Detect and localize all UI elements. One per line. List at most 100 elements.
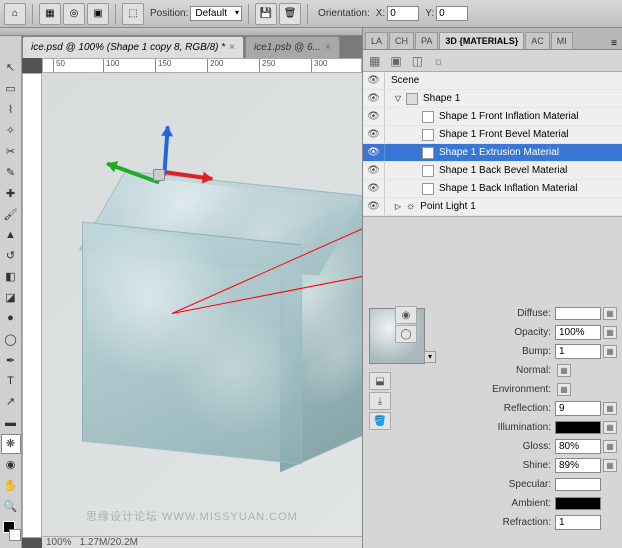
axis-origin[interactable]: [153, 169, 165, 181]
gloss-input[interactable]: 80%: [555, 439, 601, 454]
marquee-tool-icon[interactable]: ▭: [1, 79, 21, 99]
eraser-tool-icon[interactable]: ◧: [1, 267, 21, 287]
filter-material-icon[interactable]: ◫: [412, 54, 423, 68]
canvas[interactable]: 思缘设计论坛 WWW.MISSYUAN.COM: [42, 73, 362, 538]
sphere-preview-icon[interactable]: ◯: [395, 325, 417, 343]
doc-tab-active[interactable]: ice.psd @ 100% (Shape 1 copy 8, RGB/8) *…: [22, 36, 244, 58]
blur-tool-icon[interactable]: ●: [1, 309, 21, 329]
panel-tab[interactable]: LA: [365, 32, 388, 49]
shine-input[interactable]: 89%: [555, 458, 601, 473]
opacity-input[interactable]: 100%: [555, 325, 601, 340]
ice-cube-mesh[interactable]: [82, 183, 362, 463]
eyedropper-tool-icon[interactable]: ✎: [1, 162, 21, 182]
scene-row-shape[interactable]: 👁 ▽ Shape 1: [363, 90, 622, 108]
hand-tool-icon[interactable]: ✋: [1, 476, 21, 496]
history-brush-icon[interactable]: ↺: [1, 246, 21, 266]
refraction-input[interactable]: 1: [555, 515, 601, 530]
disclosure-icon[interactable]: ▷: [393, 202, 403, 211]
material-load-icon[interactable]: ⤓: [369, 392, 391, 410]
texture-menu-icon[interactable]: ▦: [603, 402, 617, 415]
mesh-sphere-icon[interactable]: ◎: [63, 3, 85, 25]
visibility-icon[interactable]: 👁: [363, 144, 385, 161]
orientation-x-input[interactable]: [387, 6, 419, 21]
scene-row-material[interactable]: 👁 Shape 1 Back Bevel Material: [363, 162, 622, 180]
save-icon[interactable]: 💾: [255, 3, 277, 25]
scene-row-material-selected[interactable]: 👁 Shape 1 Extrusion Material: [363, 144, 622, 162]
close-icon[interactable]: ×: [325, 42, 331, 53]
mesh-group-icon[interactable]: ▣: [87, 3, 109, 25]
status-zoom[interactable]: 100%: [46, 537, 72, 548]
ruler-vertical[interactable]: [22, 73, 42, 538]
trash-icon[interactable]: 🗑: [279, 3, 301, 25]
type-tool-icon[interactable]: T: [1, 371, 21, 391]
specular-swatch[interactable]: [555, 478, 601, 491]
panel-tab[interactable]: CH: [389, 32, 414, 49]
home-icon[interactable]: ⌂: [4, 3, 26, 25]
texture-menu-icon[interactable]: ▦: [603, 345, 617, 358]
texture-menu-icon[interactable]: ▦: [603, 440, 617, 453]
scene-row-material[interactable]: 👁 Shape 1 Front Bevel Material: [363, 126, 622, 144]
heal-tool-icon[interactable]: ✚: [1, 183, 21, 203]
material-bucket-icon[interactable]: 🪣: [369, 412, 391, 430]
dodge-tool-icon[interactable]: ◯: [1, 329, 21, 349]
texture-menu-icon[interactable]: ▦: [603, 421, 617, 434]
panel-tab[interactable]: AC: [525, 32, 550, 49]
background-color[interactable]: [9, 529, 21, 541]
scene-row-material[interactable]: 👁 Shape 1 Back Inflation Material: [363, 180, 622, 198]
material-drop-icon[interactable]: ⬓: [369, 372, 391, 390]
3d-rotate-tool-icon[interactable]: ❋: [1, 434, 21, 454]
texture-menu-icon[interactable]: ▦: [557, 383, 571, 396]
texture-menu-icon[interactable]: ▦: [603, 326, 617, 339]
panel-tab-3d[interactable]: 3D {MATERIALS}: [439, 32, 524, 49]
disclosure-icon[interactable]: ▽: [393, 94, 403, 103]
3d-camera-tool-icon[interactable]: ◉: [1, 455, 21, 475]
bump-input[interactable]: 1: [555, 344, 601, 359]
zoom-tool-icon[interactable]: 🔍: [1, 496, 21, 516]
close-icon[interactable]: ×: [229, 42, 235, 53]
diffuse-swatch[interactable]: [555, 307, 601, 320]
visibility-icon[interactable]: 👁: [363, 162, 385, 179]
texture-menu-icon[interactable]: ▦: [603, 459, 617, 472]
doc-tab[interactable]: ice1.psb @ 6... ×: [245, 36, 340, 58]
visibility-icon[interactable]: 👁: [363, 180, 385, 197]
pen-tool-icon[interactable]: ✒: [1, 350, 21, 370]
material-label: Shape 1 Extrusion Material: [437, 147, 559, 158]
texture-menu-icon[interactable]: ▦: [557, 364, 571, 377]
status-bar: 100% 1.27M/20.2M: [42, 536, 362, 548]
panel-tab[interactable]: MI: [551, 32, 573, 49]
gradient-tool-icon[interactable]: ◪: [1, 288, 21, 308]
scene-row-root[interactable]: 👁 Scene: [363, 72, 622, 90]
view-icon[interactable]: ⬚: [122, 3, 144, 25]
visibility-icon[interactable]: 👁: [363, 108, 385, 125]
visibility-icon[interactable]: 👁: [363, 90, 385, 107]
panel-tab[interactable]: PA: [415, 32, 438, 49]
stamp-tool-icon[interactable]: ▲: [1, 225, 21, 245]
visibility-icon[interactable]: 👁: [363, 198, 385, 215]
reflection-input[interactable]: 9: [555, 401, 601, 416]
visibility-icon[interactable]: 👁: [363, 72, 385, 89]
shape-tool-icon[interactable]: ▬: [1, 413, 21, 433]
panel-menu-icon[interactable]: ≡: [606, 38, 622, 49]
orientation-y-input[interactable]: [436, 6, 468, 21]
new-material-icon[interactable]: ◉: [395, 306, 417, 324]
color-swatches[interactable]: [1, 517, 21, 547]
filter-scene-icon[interactable]: ▦: [369, 54, 380, 68]
lasso-tool-icon[interactable]: ⌇: [1, 100, 21, 120]
texture-menu-icon[interactable]: ▦: [603, 307, 617, 320]
path-tool-icon[interactable]: ↗: [1, 392, 21, 412]
filter-mesh-icon[interactable]: ▣: [390, 54, 401, 68]
brush-tool-icon[interactable]: 🖌: [1, 204, 21, 224]
wand-tool-icon[interactable]: ✧: [1, 121, 21, 141]
position-dropdown[interactable]: Default: [190, 6, 242, 21]
scene-row-light[interactable]: 👁 ▷ ☼ Point Light 1: [363, 198, 622, 216]
scene-row-material[interactable]: 👁 Shape 1 Front Inflation Material: [363, 108, 622, 126]
crop-tool-icon[interactable]: ✂: [1, 142, 21, 162]
ruler-horizontal[interactable]: 50 100 150 200 250 300: [42, 58, 362, 73]
ambient-swatch[interactable]: [555, 497, 601, 510]
visibility-icon[interactable]: 👁: [363, 126, 385, 143]
orientation-label: Orientation:: [318, 8, 370, 19]
mesh-cube-icon[interactable]: ▦: [39, 3, 61, 25]
move-tool-icon[interactable]: ↖: [1, 58, 21, 78]
filter-light-icon[interactable]: ☼: [433, 54, 444, 68]
illumination-swatch[interactable]: [555, 421, 601, 434]
